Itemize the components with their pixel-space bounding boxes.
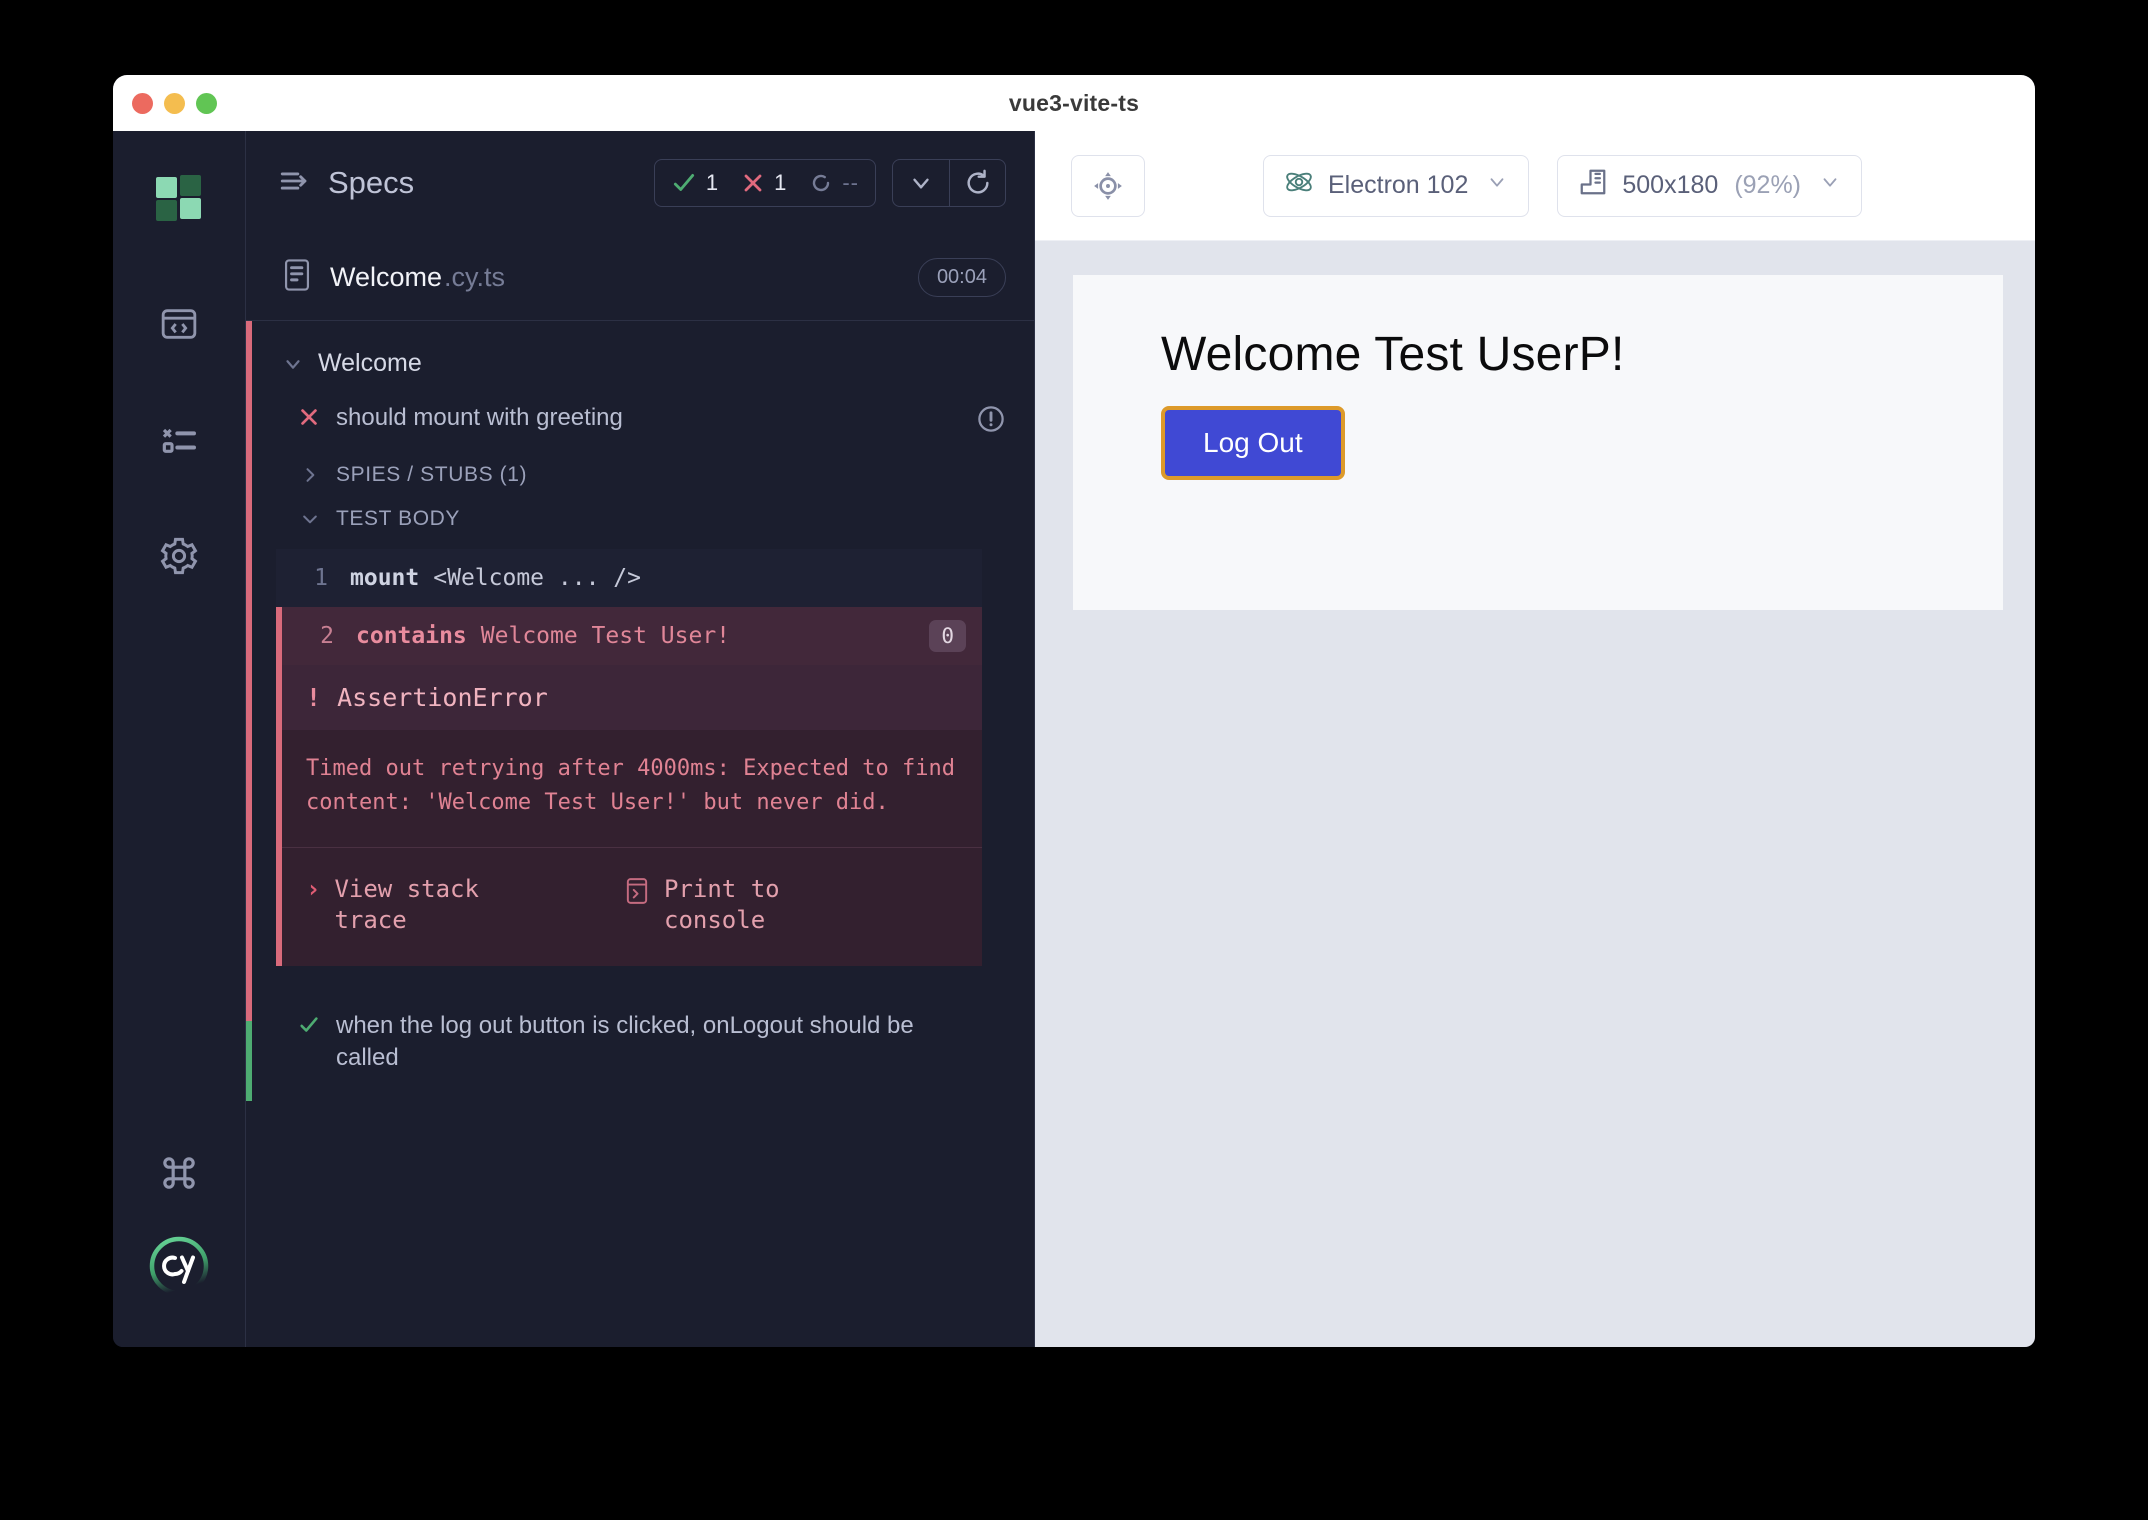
spec-file-extension: .cy.ts: [444, 262, 506, 292]
chevron-right-icon: ›: [306, 874, 321, 903]
cypress-squares-logo: [154, 173, 204, 228]
command-name: contains: [356, 623, 467, 650]
command-row[interactable]: 2 contains Welcome Test User! 0: [276, 607, 982, 666]
sidebar-item-specs[interactable]: [147, 292, 211, 356]
error-actions: › View stack trace Print to console: [282, 846, 982, 966]
chevron-down-icon: [303, 515, 317, 524]
minimize-button[interactable]: [164, 92, 185, 114]
pending-count: --: [842, 170, 859, 195]
specs-title: Specs: [328, 165, 415, 200]
viewport-selector[interactable]: 500x180 (92%): [1557, 154, 1862, 217]
passed-test-label: when the log out button is clicked, onLo…: [336, 1011, 914, 1072]
error-type: AssertionError: [337, 683, 548, 713]
pass-status-stripe: [246, 1021, 252, 1101]
error-box: ! AssertionError Timed out retrying afte…: [276, 665, 982, 966]
test-tree: Welcome should mount with greeting SPIES…: [246, 321, 1034, 1347]
stat-passed: 1: [671, 170, 718, 196]
error-title-bar: ! AssertionError: [282, 665, 982, 731]
x-icon: [744, 174, 762, 192]
command-badge: 0: [929, 620, 966, 653]
spies-stubs-row[interactable]: SPIES / STUBS (1): [246, 453, 1034, 497]
pending-circle-icon: [813, 174, 830, 192]
electron-icon: [1284, 167, 1314, 204]
close-button[interactable]: [132, 92, 153, 114]
view-stack-trace-button[interactable]: › View stack trace: [306, 874, 556, 936]
print-to-console-button[interactable]: Print to console: [624, 874, 874, 936]
icon-rail: [113, 131, 246, 1347]
zoom-button[interactable]: [196, 92, 217, 114]
viewport-size: 500x180: [1622, 171, 1719, 199]
chevron-right-icon: [306, 468, 315, 483]
stat-pending: --: [809, 170, 859, 196]
error-bang-icon: !: [306, 683, 322, 713]
reporter-header: Specs 1 1 --: [246, 131, 1034, 235]
x-icon: [298, 402, 320, 437]
welcome-heading: Welcome Test UserP!: [1161, 328, 1625, 381]
preview-stage: Welcome Test UserP! Log Out: [1035, 241, 2035, 1347]
specs-arrow-icon: [278, 164, 312, 203]
file-icon: [282, 258, 312, 297]
suite-row[interactable]: Welcome: [246, 335, 1034, 392]
log-out-button[interactable]: Log Out: [1161, 406, 1345, 480]
fail-status-stripe: [246, 321, 252, 1021]
check-icon: [298, 1010, 320, 1045]
command-args: Welcome Test User!: [480, 623, 731, 650]
command-log: 1 mount <Welcome ... /> 2 contains Welco…: [276, 549, 982, 666]
command-number: 2: [320, 623, 334, 650]
sidebar-item-runs[interactable]: [147, 408, 211, 472]
selector-playground-button[interactable]: [1071, 154, 1145, 217]
browser-label: Electron 102: [1328, 171, 1469, 199]
chevron-down-icon[interactable]: [893, 160, 949, 206]
chevron-down-icon: [286, 359, 300, 369]
test-body-label: TEST BODY: [336, 507, 461, 531]
chevron-down-icon: [1819, 171, 1841, 200]
command-name: mount: [350, 565, 420, 592]
traffic-lights: [113, 92, 217, 114]
sidebar-item-settings[interactable]: [147, 524, 211, 588]
error-message: Timed out retrying after 4000ms: Expecte…: [306, 756, 956, 816]
spec-file-name: Welcome: [330, 262, 443, 292]
spies-stubs-label: SPIES / STUBS (1): [336, 463, 528, 487]
console-icon: [624, 874, 650, 913]
command-row[interactable]: 1 mount <Welcome ... />: [276, 549, 982, 608]
circle-exclamation-icon[interactable]: [976, 402, 1006, 443]
app-under-test: Welcome Test UserP! Log Out: [1073, 275, 2003, 610]
reporter-panel: Specs 1 1 -- Welcome .cy.ts 00:04 Welcom…: [246, 131, 1035, 1347]
test-stats: 1 1 --: [653, 159, 876, 207]
app-window: vue3-vite-ts Specs 1 1 -- Welcome .cy.ts…: [113, 75, 2035, 1347]
failed-test-label: should mount with greeting: [336, 404, 623, 431]
title-bar: vue3-vite-ts: [113, 75, 2035, 131]
stat-failed: 1: [741, 170, 786, 196]
spec-file-row[interactable]: Welcome .cy.ts 00:04: [246, 235, 1034, 321]
suite-label: Welcome: [318, 349, 422, 377]
browser-selector[interactable]: Electron 102: [1263, 154, 1530, 217]
command-args: <Welcome ... />: [433, 565, 641, 592]
chevron-down-icon: [1486, 171, 1508, 200]
command-number: 1: [314, 565, 328, 592]
passed-count: 1: [705, 170, 719, 195]
preview-toolbar: Electron 102 500x180 (92%): [1035, 131, 2035, 241]
test-body-row[interactable]: TEST BODY: [246, 497, 1034, 541]
ruler-icon: [1578, 167, 1608, 204]
reporter-controls: [892, 159, 1006, 207]
print-to-console-label: Print to console: [664, 874, 780, 934]
viewport-scale: (92%): [1734, 171, 1801, 199]
view-stack-trace-label: View stack trace: [334, 874, 479, 934]
failed-count: 1: [774, 170, 787, 195]
crosshair-icon: [1094, 171, 1122, 200]
spec-duration: 00:04: [917, 258, 1006, 297]
failed-test-row[interactable]: should mount with greeting: [246, 392, 1034, 453]
keyboard-shortcuts-icon[interactable]: [147, 1141, 211, 1205]
check-icon: [673, 174, 694, 191]
cy-logo[interactable]: [148, 1235, 210, 1297]
passed-test-row[interactable]: when the log out button is clicked, onLo…: [246, 1000, 1034, 1085]
reload-icon[interactable]: [949, 160, 1005, 206]
window-title: vue3-vite-ts: [1008, 89, 1140, 116]
preview-pane: Electron 102 500x180 (92%) Welcome Test …: [1035, 131, 2035, 1347]
